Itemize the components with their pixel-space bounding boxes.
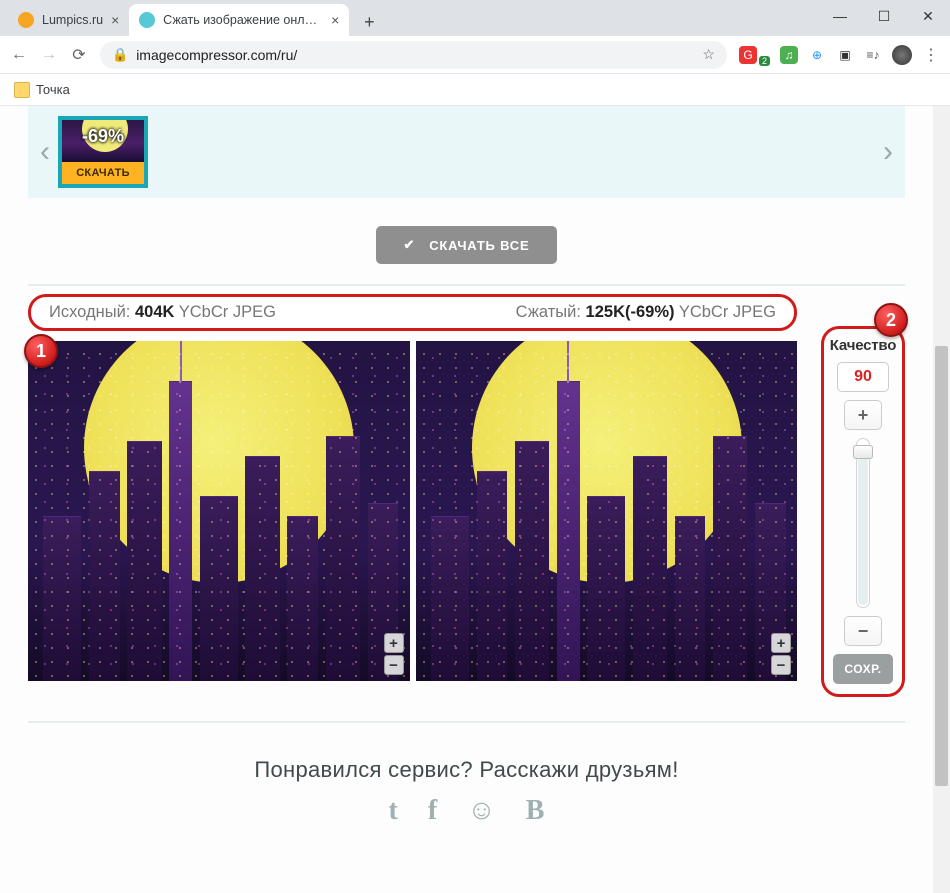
share-icons: t f ☺ B	[0, 795, 933, 827]
zoom-in-button[interactable]: +	[384, 633, 404, 653]
profile-avatar[interactable]	[892, 45, 912, 65]
carousel-prev-icon[interactable]: ‹	[34, 132, 56, 172]
lock-icon: 🔒	[112, 47, 128, 63]
original-size: 404K	[135, 303, 174, 321]
quality-save-button[interactable]: СОХР.	[833, 654, 893, 684]
url-text: imagecompressor.com/ru/	[136, 47, 297, 63]
zoom-controls: + −	[384, 633, 404, 675]
browser-tab-lumpics[interactable]: Lumpics.ru ×	[8, 4, 129, 36]
folder-icon	[14, 82, 30, 98]
compressed-image-preview[interactable]: + −	[416, 341, 798, 681]
separator	[28, 721, 905, 723]
share-heading: Понравился сервис? Расскажи друзьям!	[0, 757, 933, 783]
tab-title: Lumpics.ru	[42, 13, 103, 27]
tab-favicon	[18, 12, 34, 28]
extension-icon[interactable]: G	[739, 46, 757, 64]
star-icon[interactable]: ☆	[702, 46, 715, 63]
bookmarks-bar: Точка	[0, 74, 950, 106]
quality-title: Качество	[830, 337, 896, 354]
window-titlebar: Lumpics.ru × Сжать изображение онлайн × …	[0, 0, 950, 36]
compressed-format: YCbCr JPEG	[679, 303, 776, 321]
image-thumbnail-card[interactable]: -69% СКАЧАТЬ	[58, 116, 148, 188]
compression-badge: -69%	[62, 126, 144, 147]
compressed-info: Сжатый: 125K(-69%) YCbCr JPEG	[516, 303, 776, 322]
separator	[28, 284, 905, 286]
thumbnail-download-button[interactable]: СКАЧАТЬ	[62, 162, 144, 184]
image-compare-pair: + − + −	[28, 341, 797, 681]
browser-toolbar: ← → ⟳ 🔒 imagecompressor.com/ru/ ☆ G 2 ♫ …	[0, 36, 950, 74]
compressed-size: 125K(-69%)	[586, 303, 675, 321]
tab-favicon	[139, 12, 155, 28]
bookmark-folder[interactable]: Точка	[36, 82, 70, 97]
quality-slider[interactable]	[856, 438, 870, 608]
page-content: ‹ -69% СКАЧАТЬ › ✔ СКАЧАТЬ ВСЕ 1	[0, 106, 950, 893]
extension-icon[interactable]: ▣	[836, 46, 854, 64]
quality-panel: 2 Качество 90 + − СОХР.	[821, 326, 905, 697]
file-info-bar: Исходный: 404K YCbCr JPEG Сжатый: 125K(-…	[28, 294, 797, 331]
extension-badge: 2	[759, 56, 770, 66]
thumbnail-image: -69%	[62, 120, 144, 162]
compressed-label: Сжатый:	[516, 303, 581, 321]
original-label: Исходный:	[49, 303, 130, 321]
compare-left: 1 Исходный: 404K YCbCr JPEG Сжатый: 125K…	[28, 294, 797, 681]
download-all-button[interactable]: ✔ СКАЧАТЬ ВСЕ	[376, 226, 558, 264]
callout-marker-1: 1	[24, 334, 58, 368]
zoom-controls: + −	[771, 633, 791, 675]
quality-increase-button[interactable]: +	[844, 400, 882, 430]
vertical-scrollbar[interactable]	[933, 106, 950, 893]
extension-icon[interactable]: ♫	[780, 46, 798, 64]
extension-icons: G 2 ♫ ⊕ ▣ ≡♪ ⋮	[739, 45, 940, 65]
quality-value-input[interactable]: 90	[837, 362, 889, 392]
new-tab-button[interactable]: +	[355, 8, 383, 36]
close-icon[interactable]: ✕	[906, 0, 950, 32]
window-controls: — ☐ ✕	[818, 0, 950, 32]
compare-section: 1 Исходный: 404K YCbCr JPEG Сжатый: 125K…	[28, 294, 905, 697]
reddit-icon[interactable]: ☺	[467, 795, 496, 827]
thumbnail-carousel: ‹ -69% СКАЧАТЬ ›	[28, 106, 905, 198]
zoom-in-button[interactable]: +	[771, 633, 791, 653]
minimize-icon[interactable]: —	[818, 0, 862, 32]
carousel-next-icon[interactable]: ›	[877, 132, 899, 172]
reading-list-icon[interactable]: ≡♪	[864, 46, 882, 64]
vk-icon[interactable]: B	[526, 795, 545, 827]
tab-title: Сжать изображение онлайн	[163, 13, 323, 27]
close-tab-icon[interactable]: ×	[111, 12, 119, 28]
forward-icon[interactable]: →	[40, 46, 58, 64]
scrollbar-thumb[interactable]	[935, 346, 948, 786]
original-format: YCbCr JPEG	[179, 303, 276, 321]
facebook-icon[interactable]: f	[428, 795, 437, 827]
original-info: Исходный: 404K YCbCr JPEG	[49, 303, 276, 322]
tumblr-icon[interactable]: t	[389, 795, 398, 827]
zoom-out-button[interactable]: −	[771, 655, 791, 675]
callout-marker-2: 2	[874, 303, 908, 337]
extension-icon[interactable]: ⊕	[808, 46, 826, 64]
close-tab-icon[interactable]: ×	[331, 12, 339, 28]
back-icon[interactable]: ←	[10, 46, 28, 64]
address-bar[interactable]: 🔒 imagecompressor.com/ru/ ☆	[100, 41, 727, 69]
maximize-icon[interactable]: ☐	[862, 0, 906, 32]
browser-tab-imagecompressor[interactable]: Сжать изображение онлайн ×	[129, 4, 349, 36]
check-icon: ✔	[404, 237, 416, 253]
original-image-preview[interactable]: + −	[28, 341, 410, 681]
reload-icon[interactable]: ⟳	[70, 45, 88, 65]
quality-decrease-button[interactable]: −	[844, 616, 882, 646]
zoom-out-button[interactable]: −	[384, 655, 404, 675]
slider-thumb[interactable]	[853, 445, 873, 459]
download-all-label: СКАЧАТЬ ВСЕ	[429, 238, 529, 253]
menu-icon[interactable]: ⋮	[922, 45, 940, 65]
